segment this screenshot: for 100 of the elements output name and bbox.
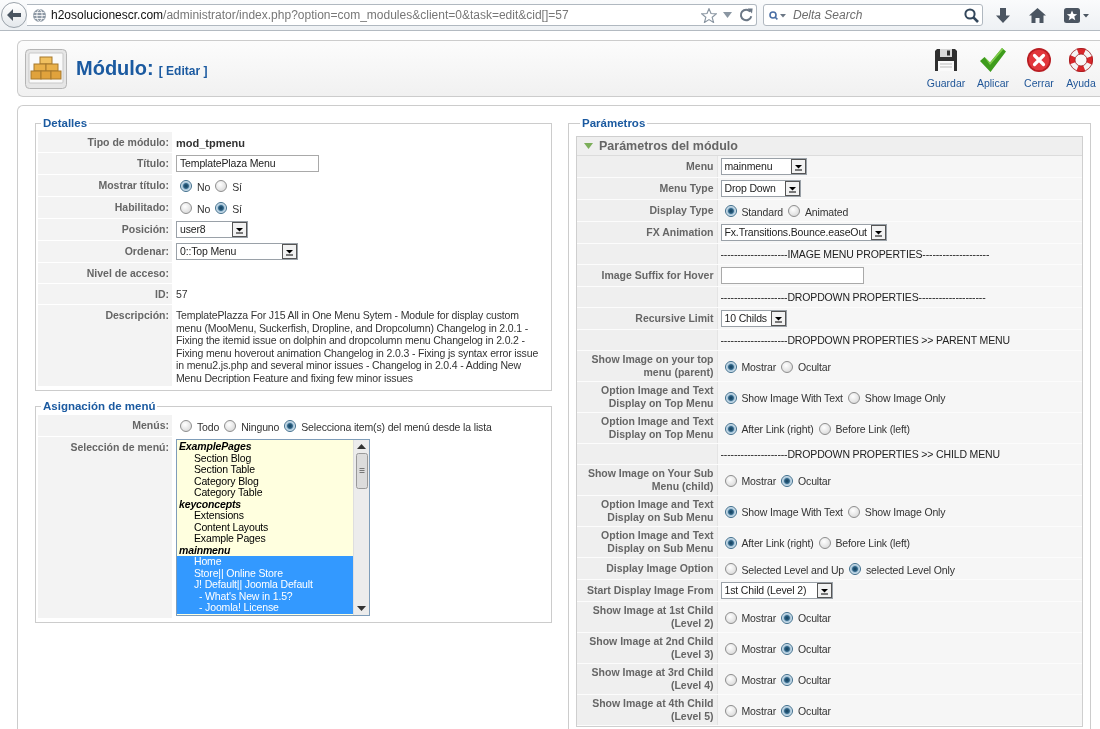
radio-button[interactable] xyxy=(215,180,228,192)
radio-button[interactable] xyxy=(724,611,737,624)
radio-button[interactable] xyxy=(849,563,861,575)
radio-button[interactable] xyxy=(724,360,737,373)
radio-label[interactable]: Mostrar xyxy=(741,672,777,687)
radio-button[interactable] xyxy=(180,180,192,192)
radio-label[interactable]: After Link (right) xyxy=(741,535,814,550)
radio-button[interactable] xyxy=(724,474,737,487)
radio-label[interactable]: Mostrar xyxy=(741,473,777,488)
radio-button[interactable] xyxy=(781,360,794,373)
list-option[interactable]: Extensions xyxy=(177,510,353,522)
radio-button[interactable] xyxy=(284,420,297,432)
radio-button[interactable] xyxy=(180,420,192,432)
radio-label[interactable]: Ocultar xyxy=(798,610,831,625)
field-label: Ordenar: xyxy=(38,241,172,262)
radio-label[interactable]: Sí xyxy=(232,178,242,194)
radio-label[interactable]: Mostrar xyxy=(741,641,777,656)
list-option[interactable]: Content Layouts xyxy=(177,521,353,533)
text-input[interactable]: TemplatePlaza Menu xyxy=(176,155,319,172)
radio-label[interactable]: Standard xyxy=(741,203,783,219)
radio-label[interactable]: After Link (right) xyxy=(741,421,814,436)
radio-label[interactable]: Ocultar xyxy=(798,359,831,374)
radio-button[interactable] xyxy=(781,704,794,717)
list-option[interactable]: Category Blog xyxy=(177,475,353,487)
dropdown[interactable]: 10 Childs xyxy=(720,310,787,327)
radio-label[interactable]: Mostrar xyxy=(741,703,777,718)
radio-button[interactable] xyxy=(724,391,737,404)
home-icon[interactable] xyxy=(1029,7,1046,23)
radio-button[interactable] xyxy=(215,202,228,214)
radio-button[interactable] xyxy=(724,563,737,575)
radio-button[interactable] xyxy=(724,673,737,686)
dropdown[interactable]: Drop Down xyxy=(720,180,801,197)
list-option[interactable]: Example Pages xyxy=(177,533,353,545)
radio-label[interactable]: Before Link (left) xyxy=(835,535,910,550)
radio-label[interactable]: Mostrar xyxy=(741,359,777,374)
radio-label[interactable]: Show Image With Text xyxy=(741,504,843,519)
radio-label[interactable]: Show Image With Text xyxy=(741,390,843,405)
dropdown[interactable]: mainmenu xyxy=(720,158,807,175)
radio-label[interactable]: Animated xyxy=(804,203,849,219)
vertical-scrollbar[interactable] xyxy=(353,440,369,615)
radio-button[interactable] xyxy=(818,536,831,549)
dropdown[interactable]: Fx.Transitions.Bounce.easeOut xyxy=(720,224,887,241)
dropdown[interactable]: user8 xyxy=(176,221,248,238)
list-option[interactable]: Section Blog xyxy=(177,452,353,464)
radio-label[interactable]: Mostrar xyxy=(741,610,777,625)
radio-button[interactable] xyxy=(724,536,737,549)
radio-button[interactable] xyxy=(724,205,737,217)
address-bar[interactable]: h2osolucionescr.com/administrator/index.php?option=com_modules&client=0&task=edit&cid[]=57 xyxy=(27,4,757,26)
search-field[interactable]: Delta Search xyxy=(763,4,983,26)
radio-label[interactable]: Ocultar xyxy=(798,473,831,488)
list-option[interactable]: Section Table xyxy=(177,464,353,476)
radio-button[interactable] xyxy=(724,505,737,518)
radio-button[interactable] xyxy=(818,422,831,435)
search-icon[interactable] xyxy=(964,7,979,23)
radio-button[interactable] xyxy=(224,420,237,432)
down-arrow-icon[interactable] xyxy=(996,7,1010,23)
dropdown[interactable]: 1st Child (Level 2) xyxy=(720,582,833,599)
magnifier-dropdown-icon[interactable] xyxy=(769,10,786,20)
radio-label[interactable]: Sí xyxy=(232,200,242,216)
radio-button[interactable] xyxy=(724,704,737,717)
star-square-icon[interactable] xyxy=(1064,7,1089,23)
radio-label[interactable]: Ocultar xyxy=(798,703,831,718)
list-option[interactable]: Category Table xyxy=(177,487,353,499)
reload-icon[interactable] xyxy=(739,8,753,22)
radio-label[interactable]: Selected Level and Up xyxy=(741,561,844,577)
radio-button[interactable] xyxy=(787,205,800,217)
radio-label[interactable]: Todo xyxy=(197,418,220,434)
pane-header[interactable]: Parámetros del módulo xyxy=(577,137,1082,156)
radio-button[interactable] xyxy=(724,642,737,655)
dropdown[interactable]: 0::Top Menu xyxy=(176,243,298,260)
back-button[interactable] xyxy=(1,2,27,28)
radio-label[interactable]: No xyxy=(197,200,211,216)
text-input[interactable] xyxy=(720,267,864,284)
radio-label[interactable]: Before Link (left) xyxy=(835,421,910,436)
save-button[interactable]: Guardar xyxy=(922,41,970,96)
radio-button[interactable] xyxy=(781,474,794,487)
close-button[interactable]: Cerrar xyxy=(1016,41,1062,96)
down-triangle-icon[interactable] xyxy=(357,606,366,611)
radio-label[interactable]: Ocultar xyxy=(798,672,831,687)
radio-label[interactable]: Ocultar xyxy=(798,641,831,656)
up-triangle-icon[interactable] xyxy=(357,444,366,449)
radio-button[interactable] xyxy=(724,422,737,435)
caret-icon[interactable] xyxy=(723,12,732,18)
radio-button[interactable] xyxy=(847,505,860,518)
radio-label[interactable]: selected Level Only xyxy=(866,561,955,577)
radio-label[interactable]: Selecciona item(s) del menú desde la lista xyxy=(301,418,492,434)
menu-listbox[interactable] xyxy=(176,439,370,616)
radio-label[interactable]: Show Image Only xyxy=(864,390,946,405)
radio-label[interactable]: Show Image Only xyxy=(864,504,946,519)
radio-button[interactable] xyxy=(781,642,794,655)
scrollbar-thumb[interactable] xyxy=(355,453,368,489)
apply-button[interactable]: Aplicar xyxy=(970,41,1016,96)
radio-button[interactable] xyxy=(847,391,860,404)
radio-button[interactable] xyxy=(781,611,794,624)
radio-label[interactable]: No xyxy=(197,178,211,194)
radio-label[interactable]: Ninguno xyxy=(241,418,280,434)
star-icon[interactable] xyxy=(701,7,717,23)
radio-button[interactable] xyxy=(180,202,192,214)
radio-button[interactable] xyxy=(781,673,794,686)
help-button[interactable]: Ayuda xyxy=(1062,41,1100,96)
